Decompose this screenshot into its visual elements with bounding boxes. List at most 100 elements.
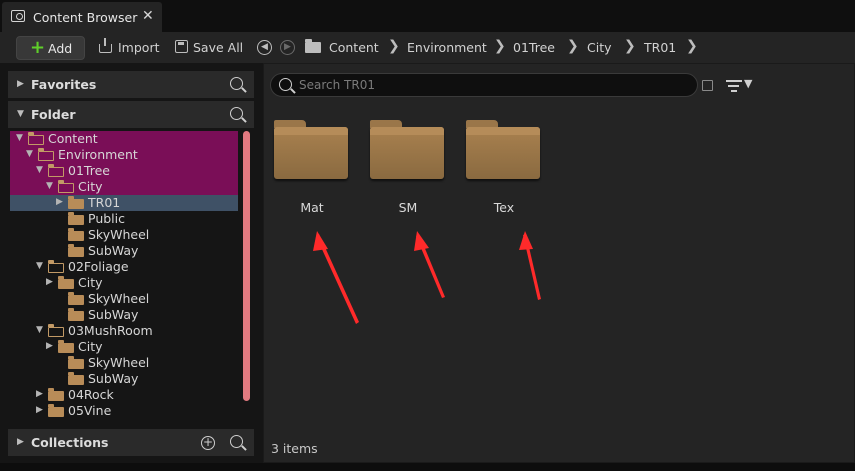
tree-item[interactable]: SubWay (10, 371, 238, 387)
annotation-arrow-tex (519, 231, 541, 300)
collapse-arrow-icon[interactable]: ▼ (16, 133, 23, 143)
folder-icon (58, 276, 74, 289)
collapse-arrow-icon[interactable]: ▼ (36, 261, 43, 271)
collapse-arrow-icon[interactable]: ▼ (26, 149, 33, 159)
save-all-icon[interactable] (175, 40, 188, 53)
annotation-arrow-mat (313, 231, 359, 324)
collapse-arrow-icon[interactable]: ▼ (46, 181, 53, 191)
folder-label: Folder (31, 107, 76, 122)
save-all-button[interactable]: Save All (193, 40, 243, 55)
add-label: Add (48, 41, 73, 56)
expand-arrow-icon[interactable]: ▶ (17, 437, 24, 447)
add-collection-icon[interactable]: + (201, 436, 215, 450)
back-arrow-icon[interactable]: ◀ (257, 40, 272, 55)
tree-item[interactable]: SubWay (10, 307, 238, 323)
breadcrumb-separator-icon[interactable]: ❯ (388, 38, 400, 54)
breadcrumb-separator-icon[interactable]: ❯ (494, 38, 506, 54)
expand-arrow-icon[interactable]: ▶ (17, 79, 24, 89)
toolbar: + Add Import Save All ◀ ▶ Content ❯ Envi… (0, 32, 855, 63)
breadcrumb-city[interactable]: City (587, 40, 612, 55)
breadcrumb-separator-icon[interactable]: ❯ (624, 38, 636, 54)
tree-item[interactable]: ▶ City (10, 339, 238, 355)
tree-item-label: Public (88, 211, 125, 226)
add-button[interactable]: + Add (16, 36, 85, 60)
breadcrumb-separator-icon[interactable]: ❯ (567, 38, 579, 54)
tree-item[interactable]: ▼ 03MushRoom (10, 323, 238, 339)
favorites-label: Favorites (31, 77, 97, 92)
favorites-header[interactable]: ▶ Favorites (8, 71, 254, 98)
tree-item[interactable]: ▶ City (10, 275, 238, 291)
tree-item[interactable]: ▼ City (10, 179, 238, 195)
folder-icon (68, 244, 84, 257)
collections-label: Collections (31, 435, 109, 450)
breadcrumb-tr01[interactable]: TR01 (644, 40, 676, 55)
tree-item-label: SubWay (88, 371, 139, 386)
tree-scrollbar[interactable] (243, 131, 250, 401)
tab-strip: Content Browser ✕ (0, 0, 855, 33)
folder-header[interactable]: ▼ Folder (8, 101, 254, 128)
tree-item[interactable]: SubWay (10, 243, 238, 259)
breadcrumb-content[interactable]: Content (329, 40, 379, 55)
close-icon[interactable]: ✕ (142, 8, 154, 24)
tree-item[interactable]: ▼ Environment (10, 147, 238, 163)
tree-item[interactable]: Public (10, 211, 238, 227)
expand-arrow-icon[interactable]: ▶ (36, 389, 43, 399)
breadcrumb-separator-icon[interactable]: ❯ (686, 38, 698, 54)
breadcrumb-environment[interactable]: Environment (407, 40, 487, 55)
annotation-arrow-sm (414, 231, 445, 298)
folder-open-icon (28, 132, 44, 145)
folder-icon (68, 292, 84, 305)
folder-icon (48, 404, 64, 417)
expand-arrow-icon[interactable]: ▶ (46, 277, 53, 287)
tree-item-label: 05Vine (68, 403, 112, 418)
plus-icon: + (30, 37, 46, 58)
folder-icon (68, 212, 84, 225)
search-icon[interactable] (230, 107, 243, 120)
expand-arrow-icon[interactable]: ▶ (36, 405, 43, 415)
tree-item-label: SubWay (88, 307, 139, 322)
collections-header[interactable]: ▶ Collections + (8, 429, 254, 456)
items-count: 3 items (271, 441, 318, 456)
collapse-arrow-icon[interactable]: ▼ (36, 165, 43, 175)
tree-item-label: 03MushRoom (68, 323, 153, 338)
annotation-arrows (313, 231, 541, 324)
sources-panel: ▶ Favorites ▼ Folder ▼ Content ▼ Environmen… (0, 63, 262, 471)
tree-item[interactable]: ▶ TR01 (10, 195, 238, 211)
search-icon[interactable] (230, 435, 243, 448)
import-icon[interactable] (99, 38, 112, 53)
folder-open-icon (48, 164, 64, 177)
tree-item[interactable]: ▼ 02Foliage (10, 259, 238, 275)
tab-label: Content Browser (33, 10, 138, 25)
tree-item[interactable]: ▼ 01Tree (10, 163, 238, 179)
folder-icon (68, 308, 84, 321)
forward-arrow-icon[interactable]: ▶ (280, 40, 295, 55)
collapse-arrow-icon[interactable]: ▼ (17, 109, 24, 119)
tree-item-label: City (78, 339, 103, 354)
folder-open-icon (48, 260, 64, 273)
tree-item[interactable]: SkyWheel (10, 291, 238, 307)
content-browser-icon (11, 10, 25, 22)
search-icon[interactable] (230, 77, 243, 90)
tree-item[interactable]: SkyWheel (10, 355, 238, 371)
tree-item[interactable]: ▶ 05Vine (10, 403, 238, 419)
import-button[interactable]: Import (118, 40, 160, 55)
tree-item-label: City (78, 275, 103, 290)
tree-item-label: City (78, 179, 103, 194)
tree-item-label: SkyWheel (88, 227, 150, 242)
tree-item-label: Content (48, 131, 98, 146)
tree-item[interactable]: ▶ 04Rock (10, 387, 238, 403)
expand-arrow-icon[interactable]: ▶ (46, 341, 53, 351)
tree-item-label: 04Rock (68, 387, 114, 402)
tree-item[interactable]: ▼ Content (10, 131, 238, 147)
collapse-arrow-icon[interactable]: ▼ (36, 325, 43, 335)
folder-open-icon (48, 324, 64, 337)
tree-item[interactable]: SkyWheel (10, 227, 238, 243)
tab-content-browser[interactable]: Content Browser ✕ (2, 2, 162, 32)
folder-tree: ▼ Content ▼ Environment ▼ 01Tree ▼ City ▶ TR01 Pub… (10, 131, 240, 424)
breadcrumb-01tree[interactable]: 01Tree (513, 40, 555, 55)
expand-arrow-icon[interactable]: ▶ (56, 197, 63, 207)
folder-open-icon (38, 148, 54, 161)
folder-icon (68, 196, 84, 209)
tree-item-label: SkyWheel (88, 291, 150, 306)
tree-item-label: TR01 (88, 195, 121, 210)
